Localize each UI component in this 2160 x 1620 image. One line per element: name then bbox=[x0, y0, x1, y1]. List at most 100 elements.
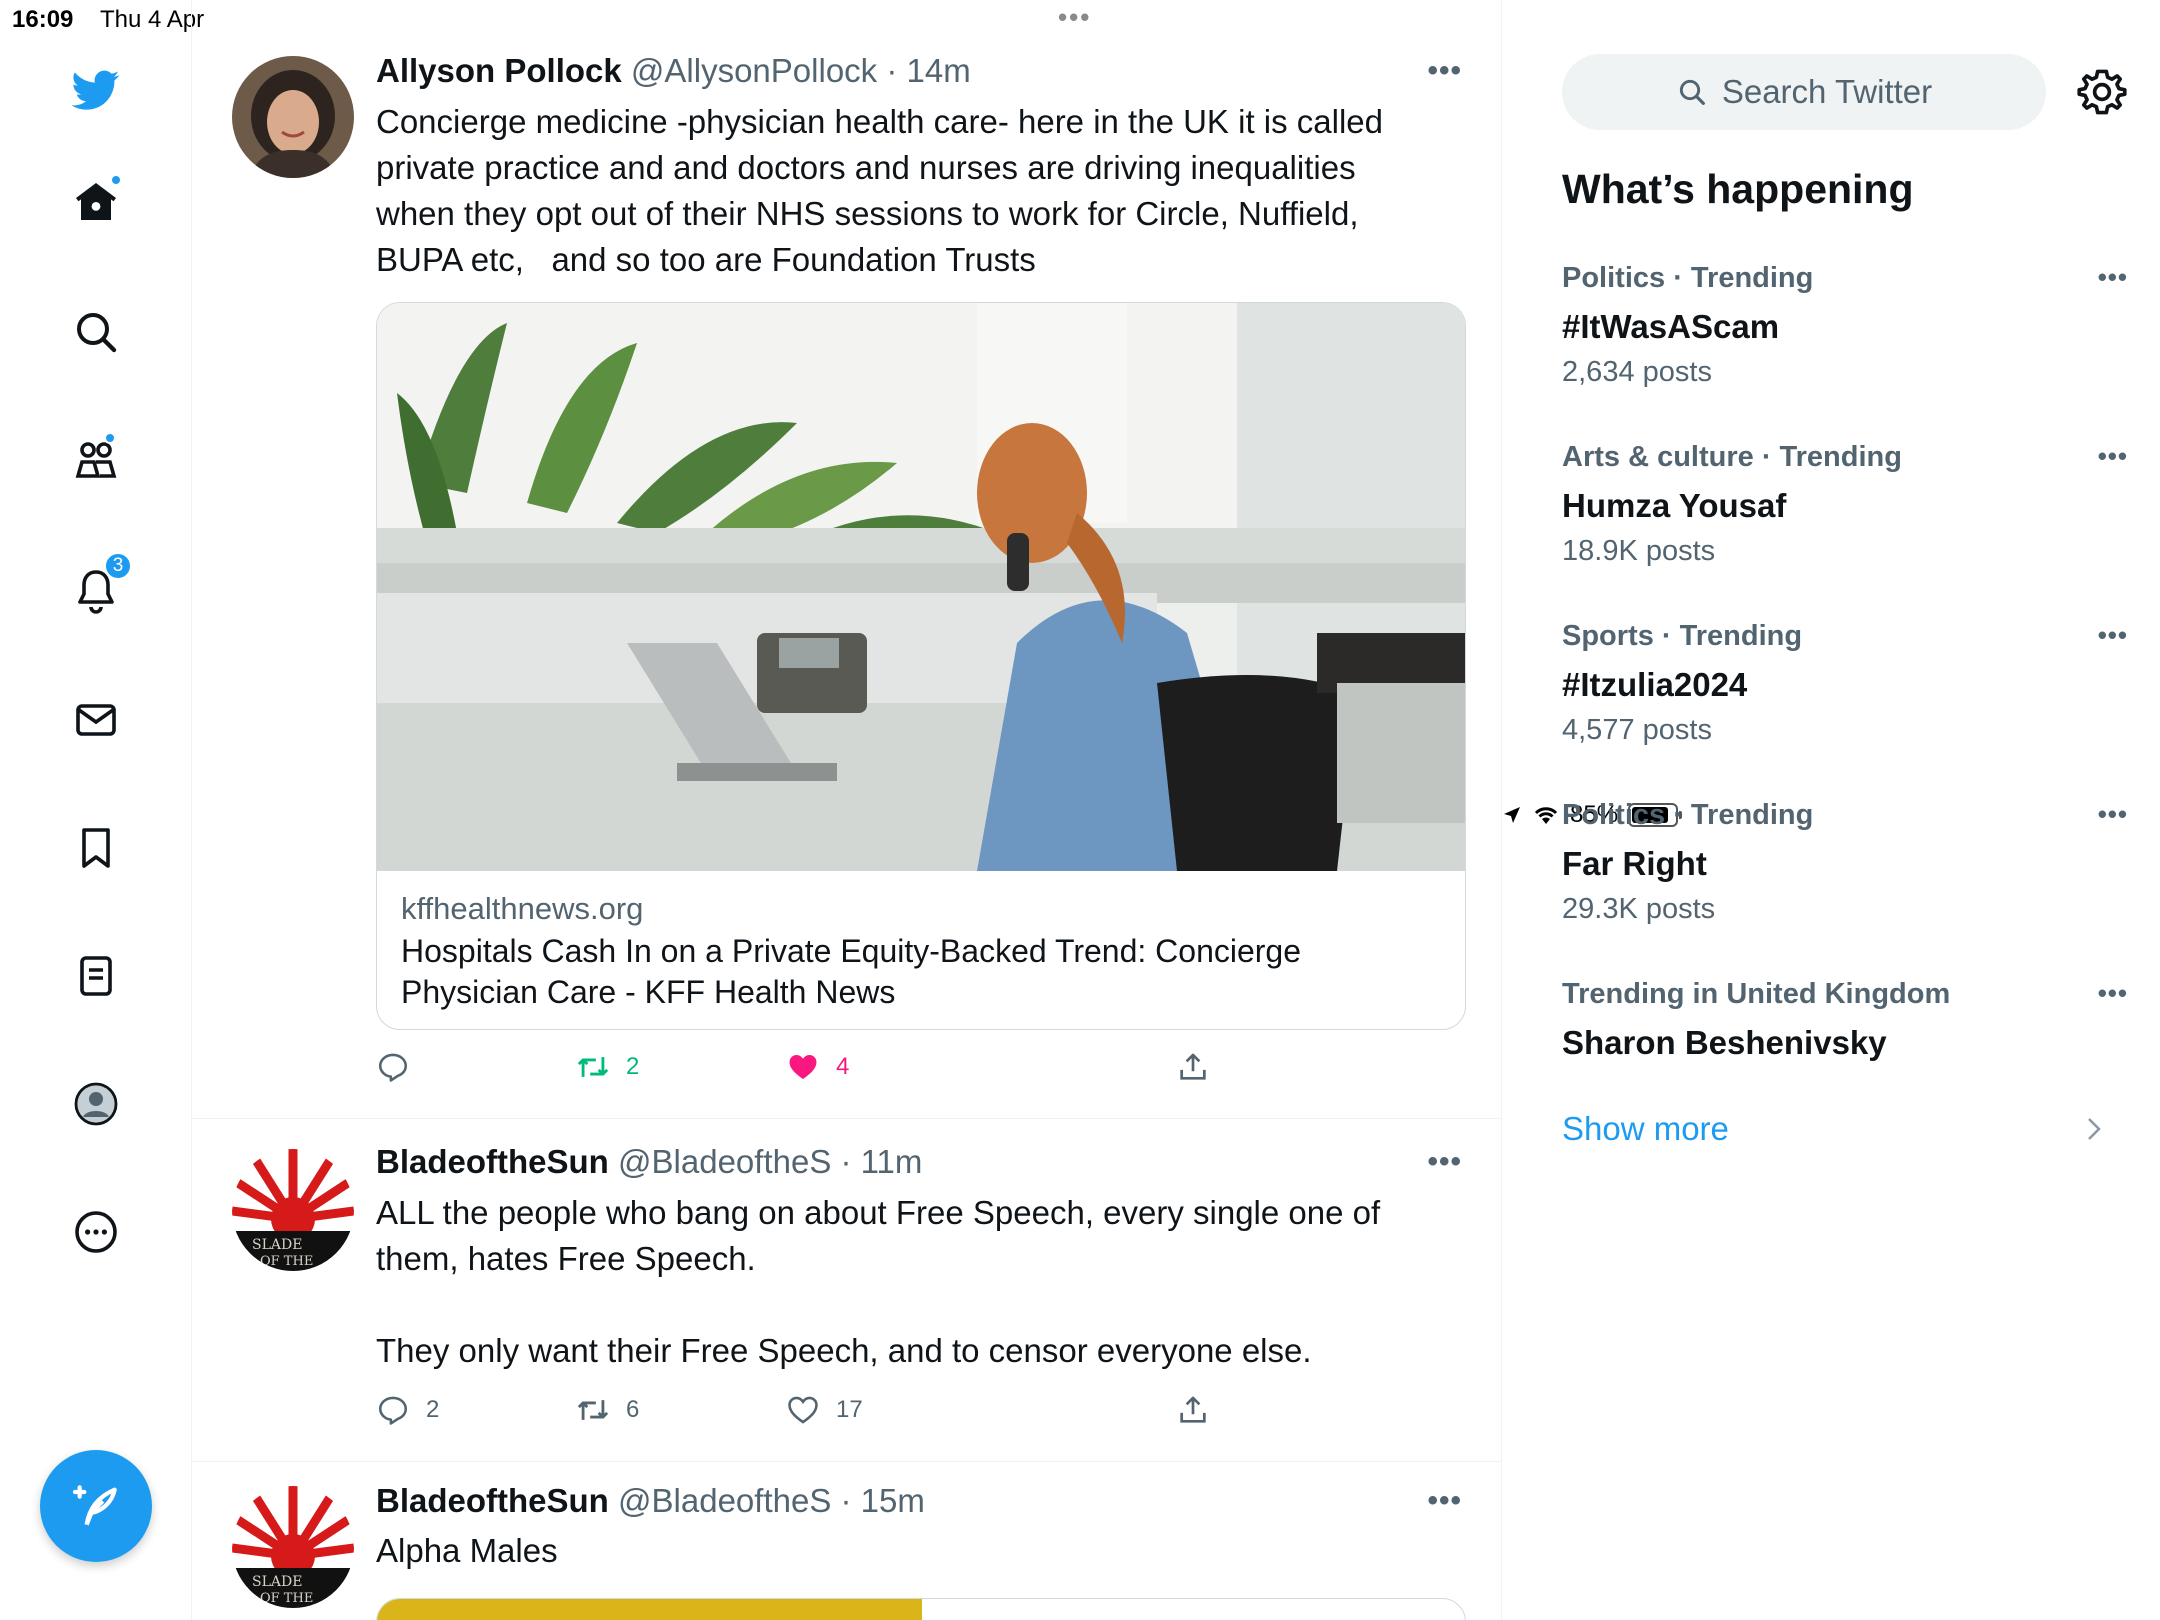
tweet-media[interactable] bbox=[376, 1598, 1466, 1620]
author-name[interactable]: BladeoftheSun bbox=[376, 1482, 609, 1519]
like-count: 17 bbox=[836, 1396, 863, 1423]
bookmarks-icon bbox=[82, 828, 110, 868]
settings-gear-icon[interactable] bbox=[2076, 66, 2128, 118]
nav-profile[interactable] bbox=[66, 1074, 126, 1134]
profile-icon bbox=[74, 1082, 118, 1126]
retweet-icon bbox=[577, 1057, 609, 1077]
reply-icon bbox=[378, 1053, 408, 1082]
search-input[interactable]: Search Twitter bbox=[1562, 54, 2046, 130]
avatar[interactable]: SLADE OF THE bbox=[232, 1149, 354, 1271]
link-card-image bbox=[377, 303, 1465, 871]
trend-item[interactable]: Trending in United Kingdom Sharon Beshen… bbox=[1562, 978, 2127, 1062]
tweet-item[interactable]: SLADE OF THE BladeoftheSun @BladeoftheS … bbox=[192, 1119, 1502, 1462]
retweet-button[interactable]: 2 bbox=[576, 1050, 639, 1084]
chevron-right-icon[interactable] bbox=[2084, 1114, 2104, 1144]
nav-bookmarks[interactable] bbox=[66, 818, 126, 878]
author-name[interactable]: Allyson Pollock bbox=[376, 52, 622, 89]
tweet-more-icon[interactable]: ••• bbox=[1427, 1484, 1462, 1518]
reply-icon bbox=[378, 1396, 408, 1425]
trend-posts: 4,577 posts bbox=[1562, 714, 1712, 746]
share-icon bbox=[1180, 1396, 1206, 1423]
tweet-text: Alpha Males bbox=[376, 1532, 558, 1569]
nav-lists[interactable] bbox=[66, 946, 126, 1006]
reply-button[interactable]: 2 bbox=[376, 1393, 439, 1427]
trend-item[interactable]: Sports · Trending #Itzulia2024 4,577 pos… bbox=[1562, 620, 2127, 747]
search-icon bbox=[77, 313, 117, 353]
nav-more[interactable] bbox=[66, 1202, 126, 1262]
sidebar-nav: 3 bbox=[0, 0, 192, 1620]
trend-more-icon[interactable]: ••• bbox=[2098, 620, 2128, 651]
svg-text:OF THE: OF THE bbox=[260, 1591, 313, 1606]
heart-filled-icon bbox=[789, 1054, 817, 1080]
more-icon bbox=[75, 1211, 117, 1253]
heart-icon bbox=[788, 1396, 818, 1424]
tweet-time[interactable]: · 15m bbox=[841, 1482, 925, 1519]
nav-home[interactable] bbox=[66, 172, 126, 232]
show-more-link[interactable]: Show more bbox=[1562, 1110, 1729, 1148]
share-icon bbox=[1180, 1053, 1206, 1080]
tweet-more-icon[interactable]: ••• bbox=[1427, 1145, 1462, 1179]
tweet-text: ALL the people who bang on about Free Sp… bbox=[376, 1194, 1381, 1369]
svg-text:OF THE: OF THE bbox=[260, 1254, 313, 1269]
trend-more-icon[interactable]: ••• bbox=[2098, 978, 2128, 1009]
trend-more-icon[interactable]: ••• bbox=[2098, 799, 2128, 830]
link-card[interactable]: kffhealthnews.org Hospitals Cash In on a… bbox=[376, 302, 1466, 1030]
tweet-actions: 2 4 bbox=[376, 1050, 1376, 1090]
trend-name: Far Right bbox=[1562, 845, 1707, 882]
trend-posts: 18.9K posts bbox=[1562, 535, 1716, 567]
tweet-item[interactable]: SLADE OF THE BladeoftheSun @BladeoftheS … bbox=[192, 1462, 1502, 1620]
twitter-logo-icon[interactable] bbox=[66, 60, 126, 120]
tweet-header: Allyson Pollock @AllysonPollock · 14m bbox=[376, 52, 971, 90]
trend-item[interactable]: Politics · Trending Far Right 29.3K post… bbox=[1562, 799, 2127, 926]
trend-item[interactable]: Politics · Trending #ItWasAScam 2,634 po… bbox=[1562, 262, 2127, 389]
search-placeholder: Search Twitter bbox=[1721, 73, 1933, 110]
tweet-time[interactable]: · 14m bbox=[886, 52, 970, 89]
like-button[interactable]: 4 bbox=[786, 1050, 849, 1084]
messages-icon bbox=[76, 704, 116, 736]
trend-name: #ItWasAScam bbox=[1562, 308, 1780, 345]
nav-notifications[interactable]: 3 bbox=[66, 552, 132, 620]
link-card-title: Hospitals Cash In on a Private Equity-Ba… bbox=[401, 933, 1302, 1010]
trend-more-icon[interactable]: ••• bbox=[2098, 441, 2128, 472]
tweet-media-image bbox=[377, 1599, 922, 1620]
trend-context: Sports · Trending bbox=[1562, 620, 1803, 652]
compose-tweet-button[interactable] bbox=[40, 1450, 152, 1562]
share-button[interactable] bbox=[1176, 1393, 1210, 1427]
trend-context: Trending in United Kingdom bbox=[1562, 978, 1951, 1010]
tweet-text: Concierge medicine -physician health car… bbox=[376, 103, 1393, 278]
avatar[interactable] bbox=[232, 56, 354, 178]
retweet-button[interactable]: 6 bbox=[576, 1393, 639, 1427]
tweet-item[interactable]: Allyson Pollock @AllysonPollock · 14m ••… bbox=[192, 0, 1502, 1119]
author-handle[interactable]: @BladeoftheS bbox=[618, 1143, 831, 1180]
author-handle[interactable]: @AllysonPollock bbox=[631, 52, 877, 89]
notifications-count-badge: 3 bbox=[104, 552, 132, 580]
like-button[interactable]: 17 bbox=[786, 1393, 863, 1427]
compose-tweet-icon bbox=[72, 1485, 117, 1526]
nav-messages[interactable] bbox=[66, 690, 126, 750]
reply-count: 2 bbox=[426, 1396, 440, 1423]
avatar[interactable]: SLADE OF THE bbox=[232, 1486, 354, 1608]
tweet-more-icon[interactable]: ••• bbox=[1427, 54, 1462, 88]
timeline: Allyson Pollock @AllysonPollock · 14m ••… bbox=[192, 0, 1502, 1620]
trend-posts: 29.3K posts bbox=[1562, 893, 1716, 925]
whats-happening-heading: What’s happening bbox=[1562, 166, 1914, 212]
trend-context: Arts & culture · Trending bbox=[1562, 441, 1902, 473]
trend-name: Sharon Beshenivsky bbox=[1562, 1024, 1887, 1061]
trend-item[interactable]: Arts & culture · Trending Humza Yousaf 1… bbox=[1562, 441, 2127, 568]
nav-communities[interactable] bbox=[66, 430, 126, 490]
author-name[interactable]: BladeoftheSun bbox=[376, 1143, 609, 1180]
avatar-logo-text: SLADE bbox=[252, 1237, 302, 1253]
tweet-header: BladeoftheSun @BladeoftheS · 11m bbox=[376, 1143, 922, 1181]
tweet-time[interactable]: · 11m bbox=[841, 1143, 923, 1180]
home-unread-dot bbox=[110, 174, 122, 186]
reply-button[interactable] bbox=[376, 1050, 426, 1084]
trend-more-icon[interactable]: ••• bbox=[2098, 262, 2128, 293]
trend-posts: 2,634 posts bbox=[1562, 356, 1712, 388]
share-button[interactable] bbox=[1176, 1050, 1210, 1084]
trend-context: Politics · Trending bbox=[1562, 262, 1814, 294]
tweet-header: BladeoftheSun @BladeoftheS · 15m bbox=[376, 1482, 925, 1520]
author-handle[interactable]: @BladeoftheS bbox=[618, 1482, 831, 1519]
svg-text:SLADE: SLADE bbox=[252, 1574, 302, 1590]
nav-explore[interactable] bbox=[66, 302, 126, 362]
tweet-actions: 2 6 17 bbox=[376, 1393, 1376, 1433]
